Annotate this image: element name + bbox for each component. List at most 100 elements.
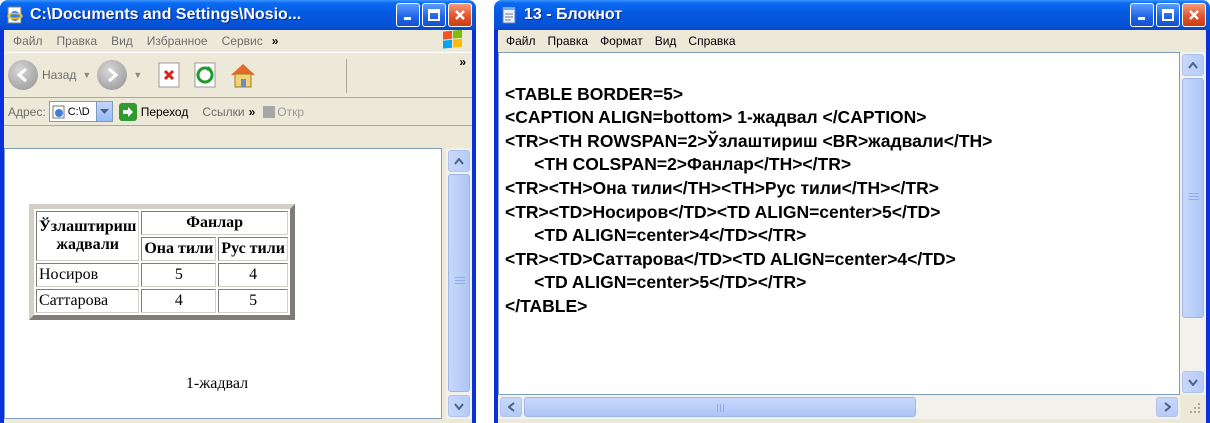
scroll-thumb[interactable] [1182, 78, 1204, 318]
chevron-up-icon [454, 157, 464, 165]
ie-page-icon [6, 6, 24, 24]
notepad-window: 13 - Блокнот Файл Правка Формат Вид Спра… [494, 0, 1210, 423]
forward-arrow-icon [108, 67, 119, 83]
open-label[interactable]: Откр [277, 105, 304, 119]
browser-menu-bar: Файл Правка Вид Избранное Сервис » [4, 29, 472, 52]
menu-view[interactable]: Вид [649, 32, 683, 50]
maximize-icon [428, 9, 440, 21]
code-line: <CAPTION ALIGN=bottom> 1-жадвал </CAPTIO… [505, 107, 927, 128]
header-line-2: жадвали [56, 236, 120, 253]
scroll-up-button[interactable] [1182, 54, 1204, 76]
close-button[interactable] [448, 3, 472, 27]
menu-edit[interactable]: Правка [50, 32, 105, 50]
close-button[interactable] [1182, 3, 1206, 27]
home-button[interactable] [228, 61, 256, 89]
refresh-icon [194, 62, 216, 88]
table-caption: 1-жадвал [185, 375, 249, 392]
address-label: Адрес: [8, 104, 46, 119]
maximize-icon [1162, 9, 1174, 21]
minimize-button[interactable] [396, 3, 420, 27]
back-dropdown-icon[interactable]: ▼ [82, 70, 91, 80]
go-arrow-icon[interactable] [118, 102, 137, 121]
notepad-title: 13 - Блокнот [524, 6, 623, 23]
menu-favorites[interactable]: Избранное [140, 32, 215, 50]
menu-file[interactable]: Файл [500, 32, 542, 50]
page-content: Ўзлаштириш жадвали Фанлар Она тили Рус т… [4, 148, 442, 419]
scroll-down-button[interactable] [1182, 371, 1204, 393]
scroll-left-button[interactable] [500, 397, 522, 417]
chevron-up-icon [1188, 61, 1198, 69]
go-button[interactable]: Переход [141, 105, 189, 119]
code-text: <TABLE BORDER=5> <CAPTION ALIGN=bottom> 1… [499, 53, 1179, 366]
table-header-group: Фанлар [141, 211, 288, 235]
toolbar-chevron[interactable]: » [459, 55, 466, 69]
browser-title-bar[interactable]: C:\Documents and Settings\Nosio... [0, 0, 476, 30]
table-cell: 4 [141, 289, 217, 313]
scroll-down-button[interactable] [448, 395, 470, 417]
resize-grip-icon[interactable] [1180, 395, 1206, 419]
stop-button[interactable] [156, 61, 184, 89]
table-row: Носиров 5 4 [36, 263, 288, 287]
notepad-horizontal-scrollbar[interactable] [498, 395, 1180, 419]
scroll-up-button[interactable] [448, 150, 470, 172]
links-label[interactable]: Ссылки [202, 105, 244, 119]
forward-button[interactable] [97, 60, 128, 90]
browser-toolbar: Назад ▼ ▼ » [4, 52, 472, 98]
address-input[interactable]: C:\D [48, 101, 113, 122]
table-subheader: Она тили [141, 237, 217, 261]
chevron-down-icon [1188, 378, 1198, 386]
stop-icon [158, 62, 180, 88]
text-editor-area[interactable]: <TABLE BORDER=5> <CAPTION ALIGN=bottom> 1… [498, 52, 1180, 395]
scroll-thumb[interactable] [448, 174, 470, 392]
notepad-title-bar[interactable]: 13 - Блокнот [494, 0, 1210, 30]
links-chevron[interactable]: » [249, 105, 256, 119]
minimize-button[interactable] [1130, 3, 1154, 27]
minimize-icon [1138, 17, 1145, 20]
close-icon [455, 10, 465, 20]
maximize-button[interactable] [1156, 3, 1180, 27]
minimize-icon [404, 17, 411, 20]
header-line-1: Ўзлаштириш [39, 218, 137, 235]
menu-chevron[interactable]: » [272, 34, 279, 48]
menu-edit[interactable]: Правка [542, 32, 595, 50]
chevron-left-icon [507, 402, 515, 412]
page-vertical-scrollbar[interactable] [446, 148, 472, 419]
code-line: <TH COLSPAN=2>Фанлар</TH></TR> [505, 154, 852, 175]
forward-dropdown-icon[interactable]: ▼ [133, 70, 142, 80]
address-bar: Адрес: C:\D Переход Ссылки » Откр [4, 98, 472, 126]
maximize-button[interactable] [422, 3, 446, 27]
table-row: Саттарова 4 5 [36, 289, 288, 313]
code-line: <TR><TH ROWSPAN=2>Ўзлаштириш <BR>жадвали… [505, 130, 993, 151]
menu-format[interactable]: Формат [594, 32, 649, 50]
menu-view[interactable]: Вид [104, 32, 140, 50]
code-line: <TABLE BORDER=5> [505, 83, 684, 104]
back-button[interactable] [8, 60, 38, 90]
table-header-cell: Ўзлаштириш жадвали [36, 211, 140, 261]
code-line: </TABLE> [505, 295, 588, 316]
address-dropdown-icon[interactable] [95, 102, 112, 121]
browser-title: C:\Documents and Settings\Nosio... [30, 6, 302, 23]
horizontal-scroll-thumb[interactable] [524, 397, 916, 417]
code-line: <TR><TH>Она тили</TH><TH>Рус тили</TH></… [505, 177, 939, 198]
code-line: <TD ALIGN=center>5</TD></TR> [505, 272, 807, 293]
scroll-right-button[interactable] [1156, 397, 1178, 417]
back-arrow-icon [16, 67, 27, 83]
menu-help[interactable]: Справка [682, 32, 741, 50]
page-icon [52, 105, 65, 118]
code-line: <TR><TD>Носиров</TD><TD ALIGN=center>5</… [505, 201, 941, 222]
table-cell: 5 [218, 289, 288, 313]
notepad-menu-bar: Файл Правка Формат Вид Справка [498, 30, 1206, 52]
refresh-button[interactable] [192, 61, 220, 89]
back-label[interactable]: Назад [42, 68, 76, 82]
menu-file[interactable]: Файл [6, 32, 50, 50]
notepad-vertical-scrollbar[interactable] [1180, 52, 1206, 395]
open-icon [263, 105, 276, 118]
table-cell: 4 [218, 263, 288, 287]
table-subheader: Рус тили [218, 237, 288, 261]
menu-tools[interactable]: Сервис [215, 32, 270, 50]
table-cell: 5 [141, 263, 217, 287]
browser-window: C:\Documents and Settings\Nosio... Файл … [0, 0, 476, 423]
table-cell: Саттарова [36, 289, 140, 313]
table-cell: Носиров [36, 263, 140, 287]
toolbar-separator [346, 59, 347, 93]
